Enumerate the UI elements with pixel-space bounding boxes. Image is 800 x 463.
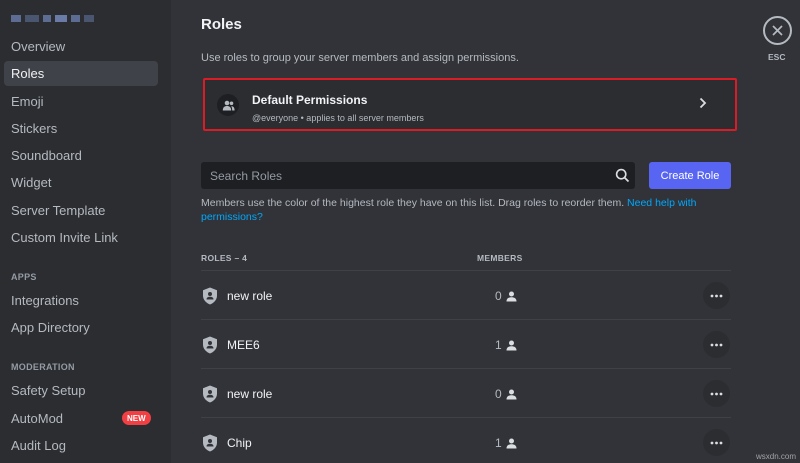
member-count-value: 1 bbox=[495, 436, 502, 450]
create-role-button[interactable]: Create Role bbox=[649, 162, 731, 189]
role-name: Chip bbox=[227, 436, 252, 450]
role-row[interactable]: new role 0 bbox=[201, 369, 731, 418]
sidebar-item-safety-setup[interactable]: Safety Setup bbox=[4, 378, 158, 403]
roles-count-header: ROLES – 4 bbox=[201, 253, 248, 263]
roles-info-text: Members use the color of the highest rol… bbox=[201, 196, 731, 224]
more-icon[interactable] bbox=[703, 282, 730, 309]
sidebar-item-soundboard[interactable]: Soundboard bbox=[4, 143, 158, 168]
page-title: Roles bbox=[201, 16, 242, 33]
roles-content: Roles Use roles to group your server mem… bbox=[171, 0, 800, 463]
default-permissions-card[interactable]: Default Permissions @everyone • applies … bbox=[203, 78, 737, 131]
search-roles-input[interactable] bbox=[201, 162, 635, 189]
member-count-value: 0 bbox=[495, 387, 502, 401]
role-name: new role bbox=[227, 387, 273, 401]
new-badge: NEW bbox=[122, 411, 151, 425]
sidebar-item-server-template[interactable]: Server Template bbox=[4, 198, 158, 223]
sidebar-item-automod[interactable]: AutoMod NEW bbox=[4, 406, 158, 431]
person-icon bbox=[506, 340, 517, 350]
more-icon[interactable] bbox=[703, 429, 730, 456]
person-icon bbox=[506, 291, 517, 301]
chevron-right-icon bbox=[699, 96, 707, 114]
info-text: Members use the color of the highest rol… bbox=[201, 197, 625, 209]
settings-sidebar: Overview Roles Emoji Stickers Soundboard… bbox=[0, 0, 171, 463]
sidebar-item-label: AutoMod bbox=[11, 411, 64, 426]
default-permissions-subtitle: @everyone • applies to all server member… bbox=[252, 113, 424, 123]
more-icon[interactable] bbox=[703, 380, 730, 407]
role-row[interactable]: Chip 1 bbox=[201, 418, 731, 463]
member-count-value: 0 bbox=[495, 289, 502, 303]
sidebar-item-app-directory[interactable]: App Directory bbox=[4, 315, 158, 340]
sidebar-item-widget[interactable]: Widget bbox=[4, 170, 158, 195]
role-name: MEE6 bbox=[227, 338, 260, 352]
sidebar-item-emoji[interactable]: Emoji bbox=[4, 89, 158, 114]
more-icon[interactable] bbox=[703, 331, 730, 358]
member-count-value: 1 bbox=[495, 338, 502, 352]
role-row[interactable]: new role 0 bbox=[201, 271, 731, 320]
role-member-count: 0 bbox=[495, 289, 517, 303]
shield-icon bbox=[202, 434, 218, 457]
role-member-count: 0 bbox=[495, 387, 517, 401]
role-name: new role bbox=[227, 289, 273, 303]
default-permissions-title: Default Permissions bbox=[252, 93, 368, 107]
shield-icon bbox=[202, 287, 218, 310]
close-button[interactable] bbox=[763, 16, 792, 45]
watermark: wsxdn.com bbox=[755, 452, 796, 461]
server-name-obscured bbox=[11, 14, 94, 22]
sidebar-item-integrations[interactable]: Integrations bbox=[4, 288, 158, 313]
close-icon bbox=[772, 25, 783, 36]
person-icon bbox=[506, 389, 517, 399]
sidebar-item-roles[interactable]: Roles bbox=[4, 61, 158, 86]
role-row[interactable]: MEE6 1 bbox=[201, 320, 731, 369]
page-description: Use roles to group your server members a… bbox=[201, 52, 519, 64]
role-member-count: 1 bbox=[495, 436, 517, 450]
search-icon[interactable] bbox=[615, 168, 630, 188]
esc-label: ESC bbox=[768, 52, 786, 62]
moderation-header: MODERATION bbox=[11, 362, 75, 372]
person-icon bbox=[506, 438, 517, 448]
sidebar-item-overview[interactable]: Overview bbox=[4, 34, 158, 59]
shield-icon bbox=[202, 385, 218, 408]
apps-header: APPS bbox=[11, 272, 37, 282]
members-header: MEMBERS bbox=[477, 253, 523, 263]
sidebar-item-audit-log[interactable]: Audit Log bbox=[4, 433, 158, 458]
sidebar-item-stickers[interactable]: Stickers bbox=[4, 116, 158, 141]
members-icon bbox=[217, 94, 239, 116]
shield-icon bbox=[202, 336, 218, 359]
sidebar-item-custom-invite-link[interactable]: Custom Invite Link bbox=[4, 225, 158, 250]
role-member-count: 1 bbox=[495, 338, 517, 352]
